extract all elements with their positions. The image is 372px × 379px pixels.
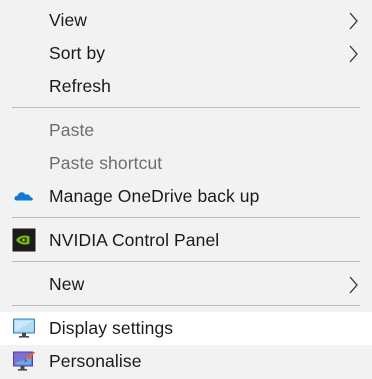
- menu-item-display-settings-label: Display settings: [49, 318, 174, 338]
- menu-item-new-label: New: [49, 274, 85, 294]
- menu-separator: [12, 217, 360, 218]
- menu-item-nvidia-control-panel-label: NVIDIA Control Panel: [49, 230, 220, 250]
- menu-separator: [12, 305, 360, 306]
- menu-item-view-label: View: [49, 10, 88, 30]
- menu-item-refresh-label: Refresh: [49, 76, 111, 96]
- chevron-right-icon: [349, 45, 358, 63]
- menu-separator: [12, 107, 360, 108]
- menu-item-manage-onedrive-backup-label: Manage OneDrive back up: [49, 186, 260, 206]
- menu-item-paste: Paste: [0, 114, 372, 147]
- menu-item-nvidia-control-panel[interactable]: NVIDIA Control Panel: [0, 224, 372, 257]
- menu-item-personalise[interactable]: Personalise: [0, 345, 372, 378]
- menu-item-personalise-label: Personalise: [49, 351, 142, 371]
- menu-item-sort-by[interactable]: Sort by: [0, 37, 372, 70]
- menu-item-paste-shortcut: Paste shortcut: [0, 147, 372, 180]
- personalise-icon: [13, 351, 35, 371]
- desktop-context-menu: View Sort by Refresh Paste Paste shortcu…: [0, 0, 372, 379]
- menu-item-paste-shortcut-label: Paste shortcut: [49, 153, 163, 173]
- menu-item-manage-onedrive-backup[interactable]: Manage OneDrive back up: [0, 180, 372, 213]
- chevron-right-icon: [349, 12, 358, 30]
- menu-separator: [12, 261, 360, 262]
- menu-item-new[interactable]: New: [0, 268, 372, 301]
- menu-item-paste-label: Paste: [49, 120, 95, 140]
- chevron-right-icon: [349, 276, 358, 294]
- menu-item-sort-by-label: Sort by: [49, 43, 106, 63]
- onedrive-cloud-icon: [14, 192, 33, 201]
- menu-item-view[interactable]: View: [0, 4, 372, 37]
- nvidia-icon: [12, 228, 36, 252]
- menu-item-refresh[interactable]: Refresh: [0, 70, 372, 103]
- menu-item-display-settings[interactable]: Display settings: [0, 312, 372, 345]
- monitor-icon: [13, 318, 35, 338]
